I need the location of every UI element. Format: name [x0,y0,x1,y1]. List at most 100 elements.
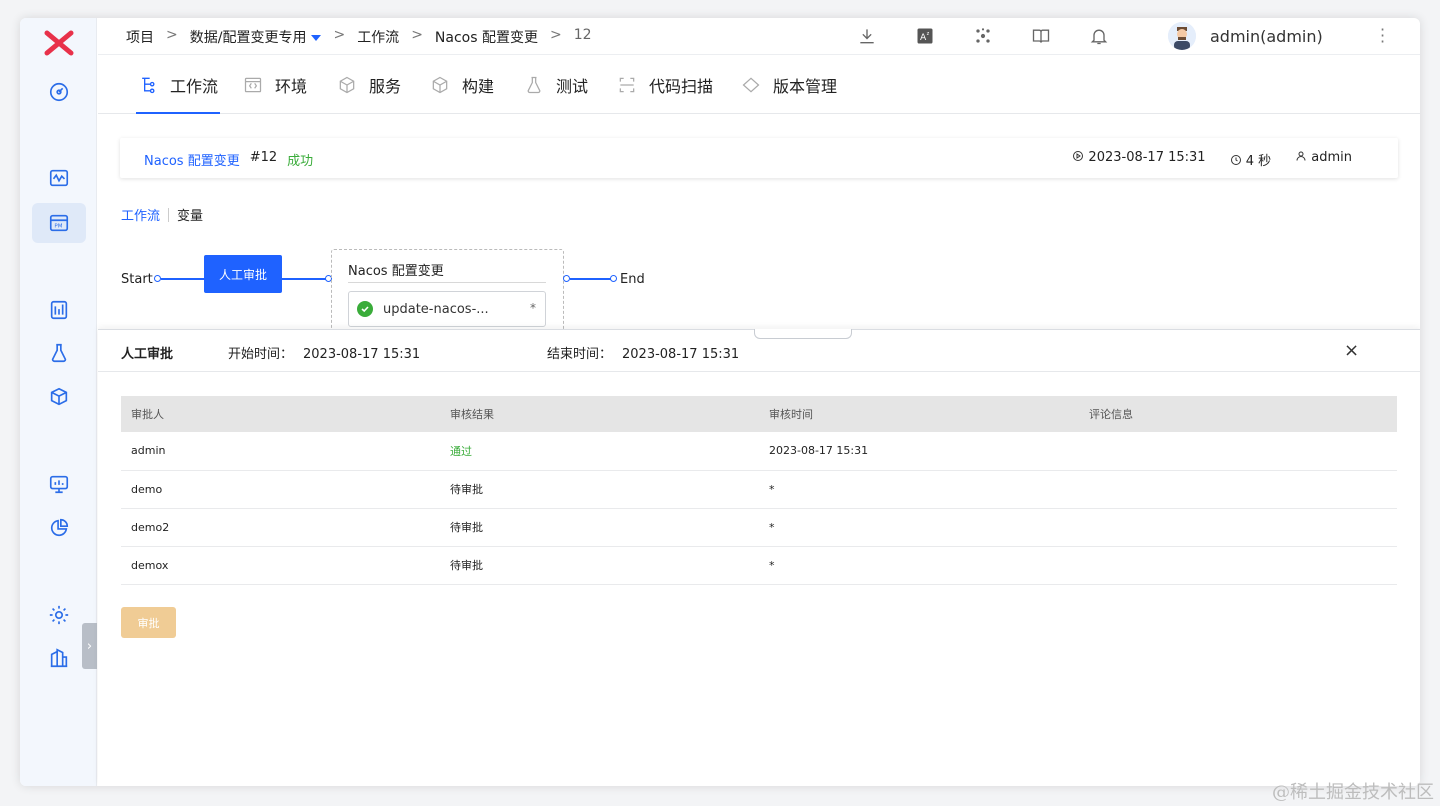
success-icon [357,301,373,317]
watermark: @稀土掘金技术社区 [1272,782,1434,803]
table-row: admin 通过 2023-08-17 15:31 [121,432,1397,471]
reports-icon[interactable] [32,290,86,330]
project-icon[interactable]: PM [32,203,86,243]
sidebar-collapse-button[interactable]: › [82,623,97,669]
workflow-icon [142,77,155,94]
app-window: PM › 项目 > 数据/配置变更专用 > 工作流 > Nacos 配置变更 >… [20,18,1420,786]
tab-workflow[interactable]: 工作流 [135,56,221,114]
approver-cell: demo [121,470,440,509]
tab-label: 测试 [556,77,589,96]
more-icon[interactable]: · · · [1380,22,1385,50]
job-card[interactable]: update-nacos-... * [348,291,546,327]
svg-text:PM: PM [54,224,62,230]
flow-connector-dot [563,275,570,282]
run-summary: Nacos 配置变更 #12 成功 2023-08-17 15:31 4 秒 a… [120,138,1398,178]
drawer-end-time: 结束时间： 2023-08-17 15:31 [547,343,739,362]
column-header: 审核时间 [759,396,1079,432]
download-icon[interactable] [856,25,878,47]
stage-title: Nacos 配置变更 [348,264,444,279]
breadcrumb-item: 12 [573,27,592,43]
pie-chart-icon[interactable] [32,508,86,548]
result-cell: 待审批 [440,508,759,547]
flow-edge [282,278,326,280]
approve-button[interactable]: 审批 [121,607,176,638]
breadcrumb-separator: > [166,27,178,43]
breadcrumb-item[interactable]: 项目 [126,27,154,47]
build-icon [432,76,448,94]
time-cell: * [759,508,1079,547]
package-icon[interactable] [32,377,86,417]
job-mark: * [530,301,536,315]
start-time-label: 开始时间： [228,347,294,362]
user-menu[interactable]: admin(admin) [1168,22,1323,50]
drawer-start-time: 开始时间： 2023-08-17 15:31 [228,343,420,362]
tab-environment[interactable]: 环境 [243,56,307,114]
monitor-icon[interactable] [32,158,86,198]
flow-edge [570,278,611,280]
breadcrumb-item[interactable]: 数据/配置变更专用 [190,27,322,47]
breadcrumb-separator: > [549,27,562,43]
plugins-icon[interactable] [972,25,994,47]
translate-icon[interactable]: Az [914,25,936,47]
result-cell: 待审批 [440,470,759,509]
subtab-variables[interactable]: 变量 [177,205,203,224]
tab-label: 构建 [462,77,495,96]
tab-label: 工作流 [170,77,219,96]
play-circle-icon [1073,151,1084,161]
approver-cell: demo2 [121,508,440,547]
breadcrumb-item[interactable]: Nacos 配置变更 [435,27,538,47]
tab-label: 环境 [275,77,308,96]
approval-node[interactable]: 人工审批 [204,255,282,293]
svg-text:z: z [927,31,930,37]
version-icon [742,77,760,93]
flow-start-label: Start [121,272,153,287]
table-row: demo 待审批 * [121,470,1397,509]
settings-icon[interactable] [32,595,86,635]
comment-cell [1079,508,1397,547]
tab-test[interactable]: 测试 [524,56,588,114]
tab-version-management[interactable]: 版本管理 [741,56,837,114]
breadcrumb-separator: > [411,27,423,43]
screen-icon[interactable] [32,464,86,504]
column-header: 审核结果 [440,396,759,432]
run-user-name: admin [1311,150,1352,165]
tab-label: 代码扫描 [649,77,714,96]
flow-connector-dot [610,275,617,282]
tab-service[interactable]: 服务 [337,56,401,114]
time-cell: 2023-08-17 15:31 [759,432,1079,471]
tab-code-scan[interactable]: 代码扫描 [617,56,713,114]
close-icon[interactable]: × [1344,340,1359,361]
end-time-value: 2023-08-17 15:31 [622,347,740,362]
approver-cell: demox [121,546,440,585]
tab-build[interactable]: 构建 [430,56,494,114]
approver-cell: admin [121,432,440,471]
time-cell: * [759,546,1079,585]
result-cell: 通过 [440,432,759,471]
flask-icon[interactable] [32,333,86,373]
sidebar: PM › [20,18,97,786]
user-icon [1296,151,1306,161]
drawer-header: 人工审批 开始时间： 2023-08-17 15:31 结束时间： 2023-08-… [98,330,1420,372]
dashboard-icon[interactable] [32,72,86,112]
workflow-name-link[interactable]: Nacos 配置变更 [144,150,240,169]
bell-icon[interactable] [1088,25,1110,47]
subtab-workflow[interactable]: 工作流 [121,205,160,224]
service-icon [339,76,355,94]
caret-down-icon[interactable] [311,35,322,41]
buildings-icon[interactable] [32,638,86,678]
table-row: demo2 待审批 * [121,508,1397,547]
column-header: 审批人 [121,396,440,432]
view-subtabs: 工作流 变量 [121,205,203,224]
time-cell: * [759,470,1079,509]
run-status: 成功 [287,154,314,169]
top-bar: 项目 > 数据/配置变更专用 > 工作流 > Nacos 配置变更 > 12 A… [98,18,1420,55]
tab-label: 版本管理 [773,77,838,96]
breadcrumb-item[interactable]: 工作流 [357,27,399,47]
approval-drawer: 人工审批 开始时间： 2023-08-17 15:31 结束时间： 2023-08-… [98,329,1420,786]
end-time-label: 结束时间： [547,347,613,362]
table-header-row: 审批人 审核结果 审核时间 评论信息 [121,396,1397,432]
docs-icon[interactable] [1030,25,1052,47]
subtab-divider [168,207,170,222]
logo-icon[interactable] [44,30,74,56]
module-tabs: 工作流 环境 服务 构建 测试 代码扫描 版本管理 [98,56,1420,114]
